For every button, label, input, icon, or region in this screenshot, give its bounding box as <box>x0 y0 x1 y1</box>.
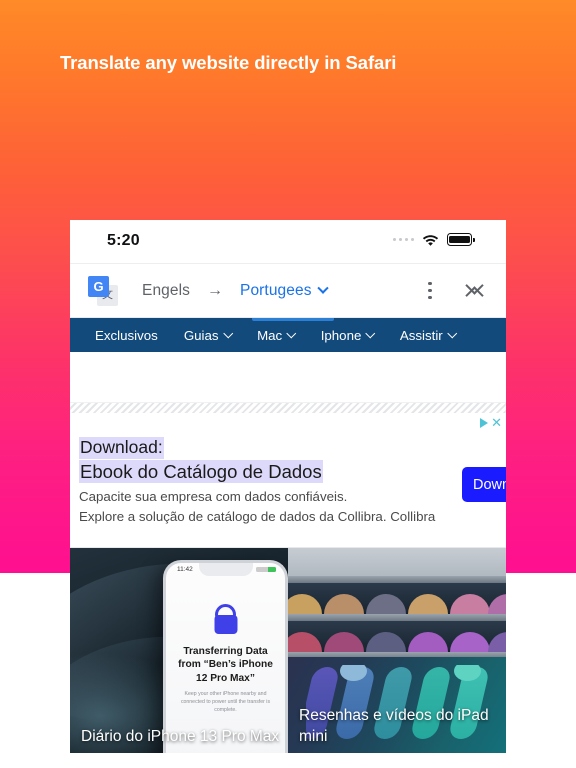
inner-phone-subtitle: Keep your other iPhone nearby and connec… <box>180 691 271 713</box>
nav-item-exclusivos[interactable]: Exclusivos <box>95 328 158 343</box>
translate-toolbar[interactable]: G 文 Engels → Portugees <box>70 264 506 318</box>
status-bar: 5:20 <box>70 220 506 264</box>
nav-item-iphone[interactable]: Iphone <box>320 327 376 343</box>
target-language-selector[interactable]: Portugees <box>240 281 329 300</box>
nav-label: Mac <box>257 327 283 343</box>
phone-screenshot: 5:20 G 文 Engels → Portugees Exclusivos <box>70 220 506 768</box>
close-x-icon[interactable]: ✕ <box>491 416 502 429</box>
kebab-menu-icon[interactable] <box>422 278 438 303</box>
ad-separator-stripes <box>70 402 506 413</box>
signal-dots-icon <box>392 237 414 242</box>
ad-body-line2: Explore a solução de catálogo de dados d… <box>79 509 436 524</box>
adchoices-triangle-icon[interactable] <box>480 417 489 428</box>
wifi-icon <box>422 233 439 246</box>
site-navigation-bar: Exclusivos Guias Mac Iphone Assistir <box>70 318 506 352</box>
inner-phone-title: Transferring Data from “Ben’s iPhone 12 … <box>178 646 273 684</box>
target-language-label: Portugees <box>240 281 312 299</box>
source-language-label[interactable]: Engels <box>142 282 190 300</box>
chevron-down-icon <box>223 328 233 338</box>
inner-phone-time: 11:42 <box>177 566 193 573</box>
status-clock: 5:20 <box>107 232 140 249</box>
battery-icon <box>447 233 475 246</box>
google-translate-icon: G 文 <box>88 275 118 306</box>
collapse-chevrons-icon[interactable] <box>465 275 484 305</box>
story-caption: Diário do iPhone 13 Pro Max <box>81 727 280 745</box>
ad-controls[interactable]: ✕ <box>480 416 502 429</box>
nav-item-assistir[interactable]: Assistir <box>399 327 457 343</box>
ad-body-line1: Capacite sua empresa com dados confiávei… <box>79 489 348 504</box>
nav-label: Exclusivos <box>95 327 158 343</box>
advertisement[interactable]: ✕ Download: Ebook do Catálogo de Dados C… <box>70 413 506 548</box>
translate-direction-arrow: → <box>207 281 223 299</box>
lock-icon <box>214 615 237 634</box>
inner-battery-icon <box>256 567 276 572</box>
toolbar-actions <box>422 275 484 305</box>
page-title: Translate any website directly in Safari <box>60 52 397 73</box>
nav-item-guias[interactable]: Guias <box>183 327 233 343</box>
story-card-iphone13[interactable]: 11:42 Transferring Data from “Ben’s iPho… <box>70 548 288 753</box>
story-caption: Resenhas e vídeos do iPad mini <box>299 707 489 745</box>
nav-item-mac[interactable]: Mac <box>257 327 297 343</box>
nav-label: Guias <box>183 327 219 343</box>
page-content-blank <box>70 352 506 402</box>
inner-phone-mockup: 11:42 Transferring Data from “Ben’s iPho… <box>163 560 288 753</box>
nav-label: Assistir <box>399 327 443 343</box>
phone-notch <box>198 563 253 576</box>
story-card-ipadmini[interactable]: Resenhas e vídeos do iPad mini <box>288 548 506 753</box>
active-tab-highlight <box>252 318 334 322</box>
translate-icon-letter: G <box>88 275 109 297</box>
ad-cta-button[interactable]: Download <box>462 467 506 502</box>
chevron-down-icon <box>366 328 376 338</box>
ad-headline-line2: Ebook do Catálogo de Dados <box>79 460 323 484</box>
status-indicators <box>392 233 475 246</box>
chevron-down-icon <box>316 282 329 294</box>
ad-headline-line1: Download: <box>79 437 164 459</box>
chevron-down-icon <box>447 328 457 338</box>
chevron-down-icon <box>286 328 297 338</box>
nav-label: Iphone <box>320 327 362 343</box>
story-cards: 11:42 Transferring Data from “Ben’s iPho… <box>70 548 506 753</box>
